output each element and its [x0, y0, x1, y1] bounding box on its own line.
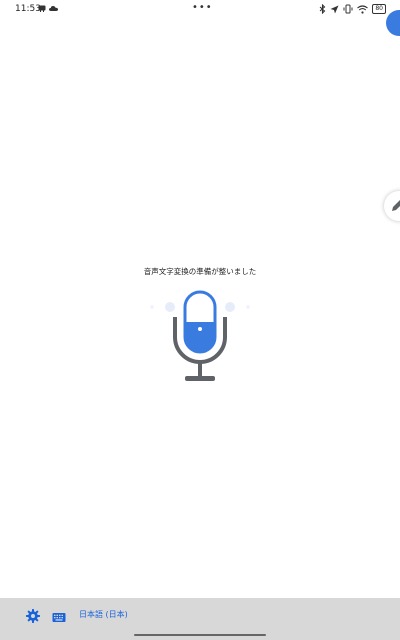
home-indicator[interactable] [134, 634, 266, 636]
cloud-icon [49, 6, 58, 11]
status-right-icons: 80 [319, 4, 386, 14]
gear-icon [26, 609, 40, 623]
location-icon [330, 5, 339, 13]
more-dots-icon[interactable]: ••• [192, 2, 213, 13]
vibrate-icon [343, 4, 353, 14]
microphone-button[interactable] [150, 290, 250, 385]
wifi-icon [357, 4, 369, 14]
status-left-icons [38, 5, 58, 12]
language-selector[interactable]: 日本語 (日本) [79, 609, 128, 620]
bottom-bar: 日本語 (日本) [0, 598, 400, 640]
keyboard-icon [52, 613, 66, 622]
floating-blue-button[interactable] [386, 10, 400, 36]
microphone-icon [150, 290, 250, 381]
battery-icon: 80 [372, 4, 386, 14]
bluetooth-icon [319, 4, 326, 14]
status-bar: 11:53 ••• 80 [0, 0, 400, 20]
screen: 11:53 ••• 80 音声文字変換の準備が整いました 日本語 (日本) [0, 0, 400, 640]
ready-message: 音声文字変換の準備が整いました [143, 267, 257, 276]
notification-icon [38, 5, 46, 12]
keyboard-button[interactable] [52, 609, 66, 622]
pen-floating-button[interactable] [384, 191, 400, 221]
settings-button[interactable] [26, 608, 40, 623]
pen-icon [392, 200, 400, 211]
